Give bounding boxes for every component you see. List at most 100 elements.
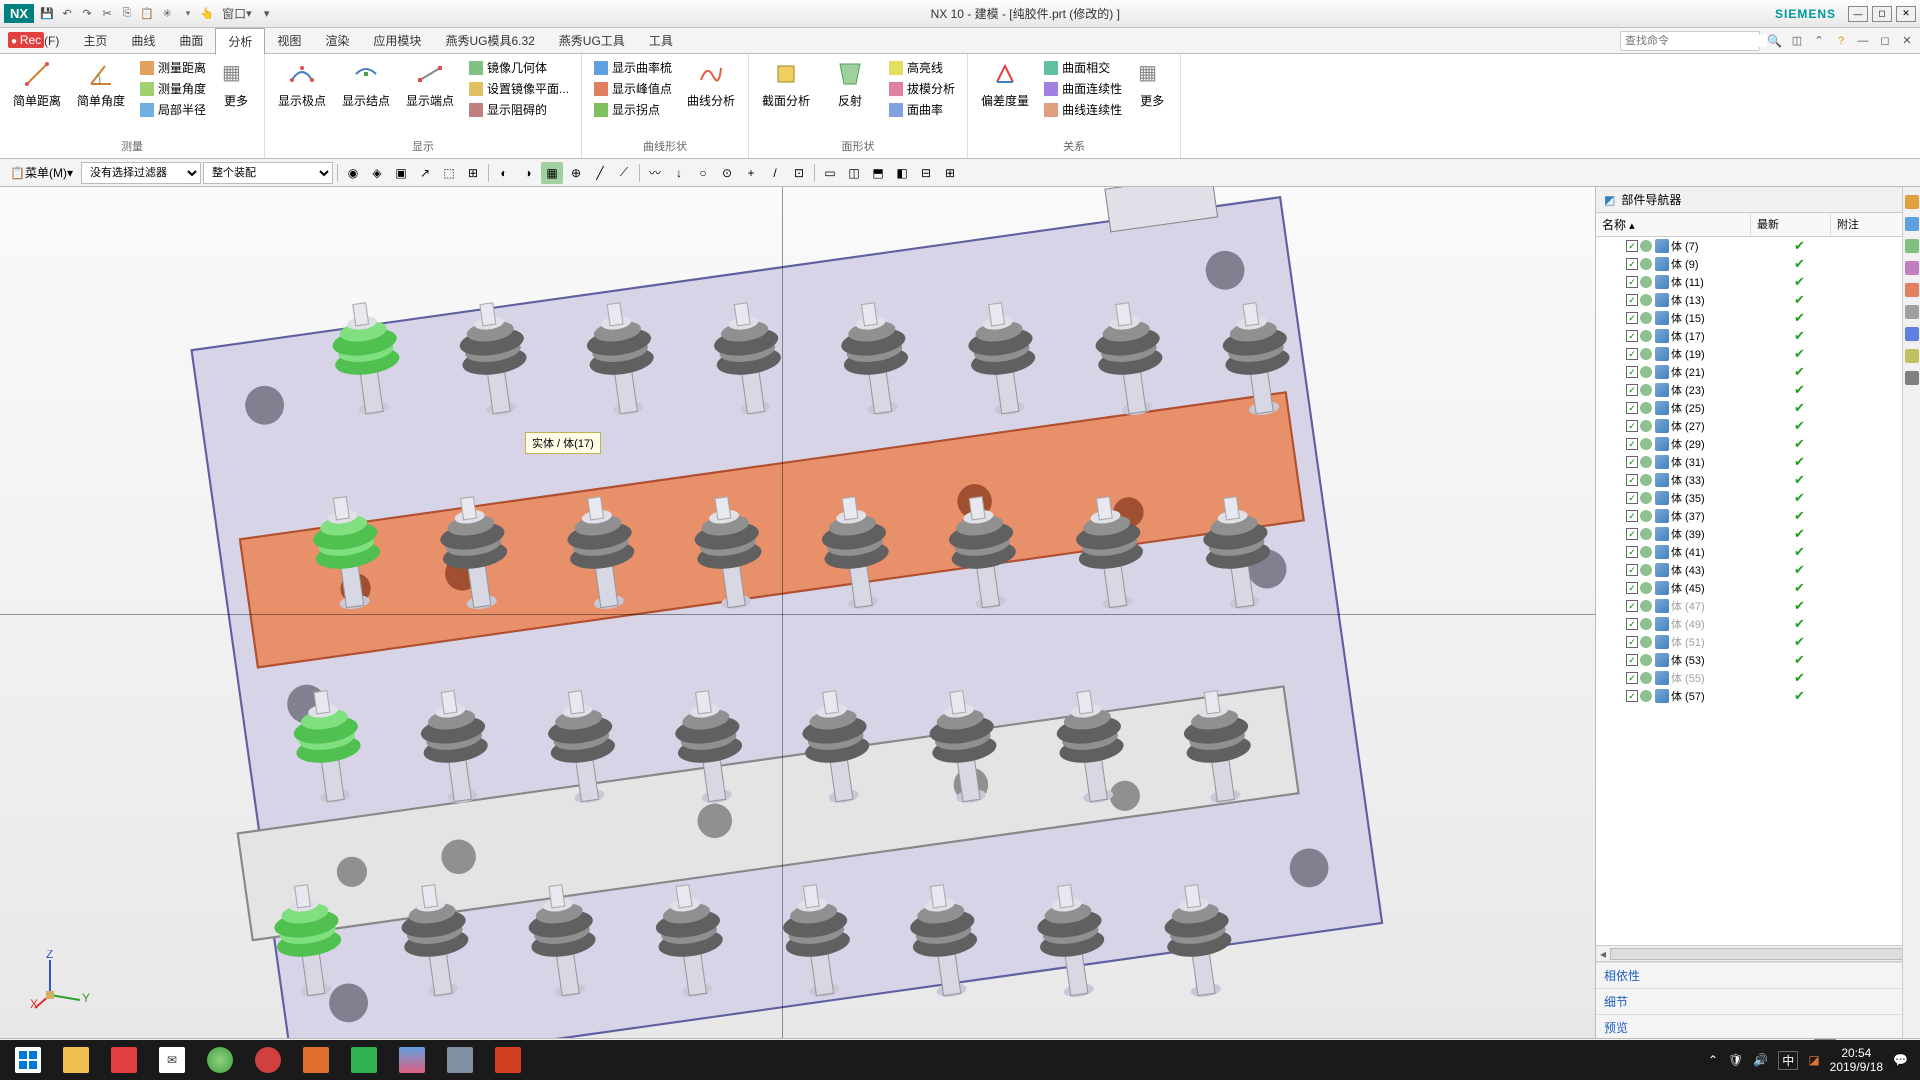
section-analysis-button[interactable]: 截面分析	[757, 58, 815, 111]
tree-row[interactable]: ✓体 (47)✔	[1596, 597, 1920, 615]
taskbar-clock[interactable]: 20:542019/9/18	[1830, 1046, 1883, 1075]
settings-icon[interactable]: ✳	[158, 5, 176, 23]
maximize-button[interactable]: ◻	[1872, 6, 1892, 22]
section-detail[interactable]: 细节⌄	[1596, 988, 1920, 1014]
tb-icon-16[interactable]: ⊙	[716, 162, 738, 184]
tb-icon-22[interactable]: ⬒	[867, 162, 889, 184]
checkbox-icon[interactable]: ✓	[1626, 654, 1638, 666]
help-icon[interactable]: ?	[1832, 32, 1850, 50]
scroll-thumb[interactable]	[1610, 948, 1906, 960]
tab-app[interactable]: 应用模块	[361, 28, 433, 53]
checkbox-icon[interactable]: ✓	[1626, 474, 1638, 486]
tab-home[interactable]: 主页	[71, 28, 119, 53]
tree-row[interactable]: ✓体 (23)✔	[1596, 381, 1920, 399]
checkbox-icon[interactable]: ✓	[1626, 546, 1638, 558]
set-mirror-plane-button[interactable]: 设置镜像平面...	[465, 79, 573, 98]
right-tab-9[interactable]	[1905, 371, 1919, 385]
checkbox-icon[interactable]: ✓	[1626, 528, 1638, 540]
task-mail[interactable]: ✉	[148, 1041, 196, 1079]
tb-icon-13[interactable]: 〰	[644, 162, 666, 184]
tb-icon-6[interactable]: ⊞	[462, 162, 484, 184]
checkbox-icon[interactable]: ✓	[1626, 672, 1638, 684]
highlight-line-button[interactable]: 高亮线	[885, 58, 959, 77]
task-app-red[interactable]	[100, 1041, 148, 1079]
undo-icon[interactable]: ↶	[58, 5, 76, 23]
right-tab-2[interactable]	[1905, 217, 1919, 231]
tree-row[interactable]: ✓体 (7)✔	[1596, 237, 1920, 255]
show-damping-button[interactable]: 显示阻碍的	[465, 100, 573, 119]
right-tab-8[interactable]	[1905, 349, 1919, 363]
show-inflection-button[interactable]: 显示拐点	[590, 100, 676, 119]
tree-row[interactable]: ✓体 (41)✔	[1596, 543, 1920, 561]
tree-row[interactable]: ✓体 (9)✔	[1596, 255, 1920, 273]
local-radius-button[interactable]: 局部半径	[136, 100, 210, 119]
right-tab-7[interactable]	[1905, 327, 1919, 341]
col-name[interactable]: 名称 ▴	[1596, 213, 1751, 236]
col-latest[interactable]: 最新	[1751, 213, 1831, 236]
checkbox-icon[interactable]: ✓	[1626, 384, 1638, 396]
copy-icon[interactable]: ⎘	[118, 5, 136, 23]
tab-surface[interactable]: 曲面	[167, 28, 215, 53]
tree-row[interactable]: ✓体 (19)✔	[1596, 345, 1920, 363]
show-knot-button[interactable]: 显示结点	[337, 58, 395, 111]
tb-icon-5[interactable]: ⬚	[438, 162, 460, 184]
tree-row[interactable]: ✓体 (45)✔	[1596, 579, 1920, 597]
minimize-button[interactable]: —	[1848, 6, 1868, 22]
tree-row[interactable]: ✓体 (51)✔	[1596, 633, 1920, 651]
checkbox-icon[interactable]: ✓	[1626, 564, 1638, 576]
restore-down-icon[interactable]: ◫	[1788, 32, 1806, 50]
draft-analysis-button[interactable]: 拔模分析	[885, 79, 959, 98]
checkbox-icon[interactable]: ✓	[1626, 294, 1638, 306]
tb-icon-17[interactable]: +	[740, 162, 762, 184]
reflection-button[interactable]: 反射	[821, 58, 879, 111]
save-icon[interactable]: 💾	[38, 5, 56, 23]
tree-row[interactable]: ✓体 (13)✔	[1596, 291, 1920, 309]
checkbox-icon[interactable]: ✓	[1626, 240, 1638, 252]
tray-notifications-icon[interactable]: 💬	[1893, 1053, 1908, 1067]
tb-icon-25[interactable]: ⊞	[939, 162, 961, 184]
tb-icon-3[interactable]: ▣	[390, 162, 412, 184]
tb-icon-8[interactable]: ◑	[517, 162, 539, 184]
tree-row[interactable]: ✓体 (49)✔	[1596, 615, 1920, 633]
measure-more-button[interactable]: ▦ 更多	[216, 58, 256, 111]
qat-overflow[interactable]: ▾	[258, 5, 276, 23]
right-tab-5[interactable]	[1905, 283, 1919, 297]
tb-icon-11[interactable]: ╱	[589, 162, 611, 184]
checkbox-icon[interactable]: ✓	[1626, 366, 1638, 378]
relation-more-button[interactable]: ▦更多	[1132, 58, 1172, 111]
touch-icon[interactable]: 👆	[198, 5, 216, 23]
doc-maximize[interactable]: ◻	[1876, 32, 1894, 50]
show-endpoint-button[interactable]: 显示端点	[401, 58, 459, 111]
redo-icon[interactable]: ↷	[78, 5, 96, 23]
tree-row[interactable]: ✓体 (43)✔	[1596, 561, 1920, 579]
tb-icon-20[interactable]: ▭	[819, 162, 841, 184]
checkbox-icon[interactable]: ✓	[1626, 600, 1638, 612]
cut-icon[interactable]: ✂	[98, 5, 116, 23]
curve-continuity-button[interactable]: 曲线连续性	[1040, 100, 1126, 119]
tree-row[interactable]: ✓体 (15)✔	[1596, 309, 1920, 327]
search-input[interactable]	[1625, 35, 1767, 47]
checkbox-icon[interactable]: ✓	[1626, 438, 1638, 450]
tree-row[interactable]: ✓体 (37)✔	[1596, 507, 1920, 525]
tb-icon-19[interactable]: ⊡	[788, 162, 810, 184]
checkbox-icon[interactable]: ✓	[1626, 348, 1638, 360]
tb-icon-14[interactable]: ↓	[668, 162, 690, 184]
task-app-2[interactable]	[244, 1041, 292, 1079]
tray-icon-1[interactable]: 🛡	[1728, 1053, 1743, 1067]
doc-minimize[interactable]: —	[1854, 32, 1872, 50]
scroll-left-icon[interactable]: ◂	[1596, 946, 1610, 962]
right-tab-4[interactable]	[1905, 261, 1919, 275]
tray-icon-2[interactable]: ◪	[1808, 1053, 1819, 1067]
tab-curve[interactable]: 曲线	[119, 28, 167, 53]
tree-row[interactable]: ✓体 (35)✔	[1596, 489, 1920, 507]
checkbox-icon[interactable]: ✓	[1626, 276, 1638, 288]
task-iqiyi[interactable]	[340, 1041, 388, 1079]
tree-row[interactable]: ✓体 (21)✔	[1596, 363, 1920, 381]
checkbox-icon[interactable]: ✓	[1626, 618, 1638, 630]
tree-row[interactable]: ✓体 (27)✔	[1596, 417, 1920, 435]
tb-icon-7[interactable]: ◐	[493, 162, 515, 184]
checkbox-icon[interactable]: ✓	[1626, 690, 1638, 702]
tb-icon-9[interactable]: ▦	[541, 162, 563, 184]
mirror-geom-button[interactable]: 镜像几何体	[465, 58, 573, 77]
tb-icon-18[interactable]: /	[764, 162, 786, 184]
